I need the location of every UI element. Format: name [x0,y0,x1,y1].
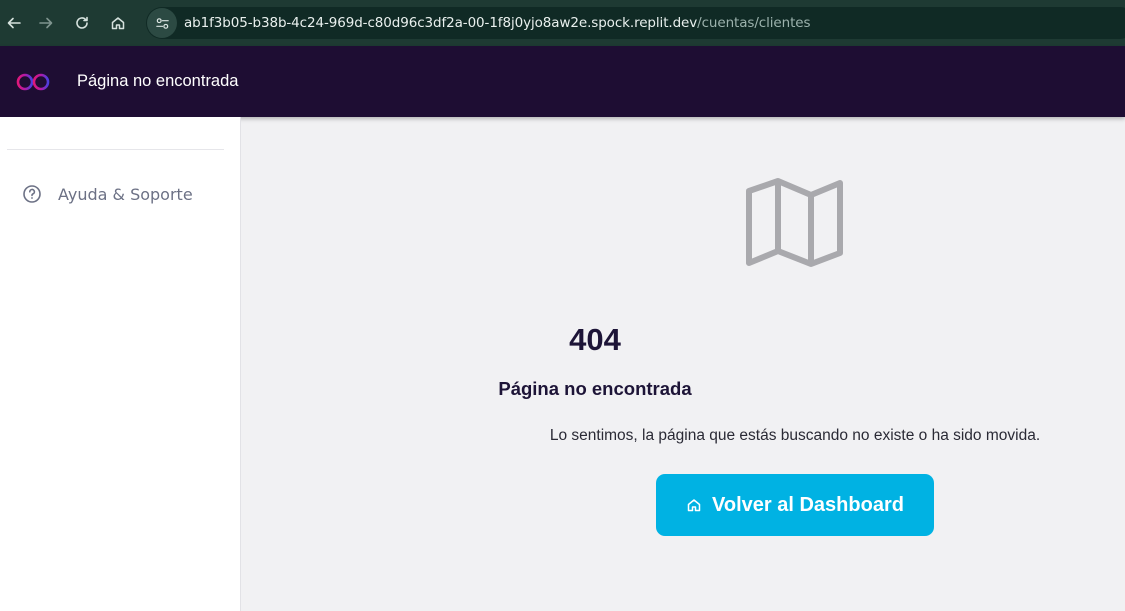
sidebar-item-help-support[interactable]: Ayuda & Soporte [22,181,193,207]
home-icon [111,17,125,30]
home-icon [687,499,701,512]
reload-icon [76,16,88,29]
page-title: Página no encontrada [77,72,239,90]
sidebar-divider [7,149,224,150]
error-message: Lo sentimos, la página que estás buscand… [549,427,1041,444]
url-text: ab1f3b05-b38b-4c24-969d-c80d96c3df2a-00-… [184,15,811,31]
back-button[interactable] [0,5,28,41]
button-label: Volver al Dashboard [712,493,904,516]
infinity-logo-icon[interactable] [13,70,53,94]
help-circle-icon [23,185,41,203]
site-info-button[interactable] [147,8,177,38]
error-title: Página no encontrada [498,378,692,399]
url-host: ab1f3b05-b38b-4c24-969d-c80d96c3df2a-00-… [184,15,698,31]
forward-arrow-icon [39,17,53,29]
sidebar: Ayuda & Soporte [0,117,241,611]
browser-toolbar: ab1f3b05-b38b-4c24-969d-c80d96c3df2a-00-… [0,0,1125,46]
back-arrow-icon [7,17,21,29]
site-info-icon [155,17,169,29]
error-code: 404 [569,322,621,357]
app-header: Página no encontrada [0,46,1125,117]
address-bar[interactable]: ab1f3b05-b38b-4c24-969d-c80d96c3df2a-00-… [146,7,1125,39]
map-icon [746,178,843,267]
reload-button[interactable] [64,5,100,41]
sidebar-item-label: Ayuda & Soporte [58,184,193,204]
forward-button[interactable] [28,5,64,41]
url-path: /cuentas/clientes [697,15,811,31]
back-to-dashboard-button[interactable]: Volver al Dashboard [656,474,934,536]
browser-home-button[interactable] [100,5,136,41]
